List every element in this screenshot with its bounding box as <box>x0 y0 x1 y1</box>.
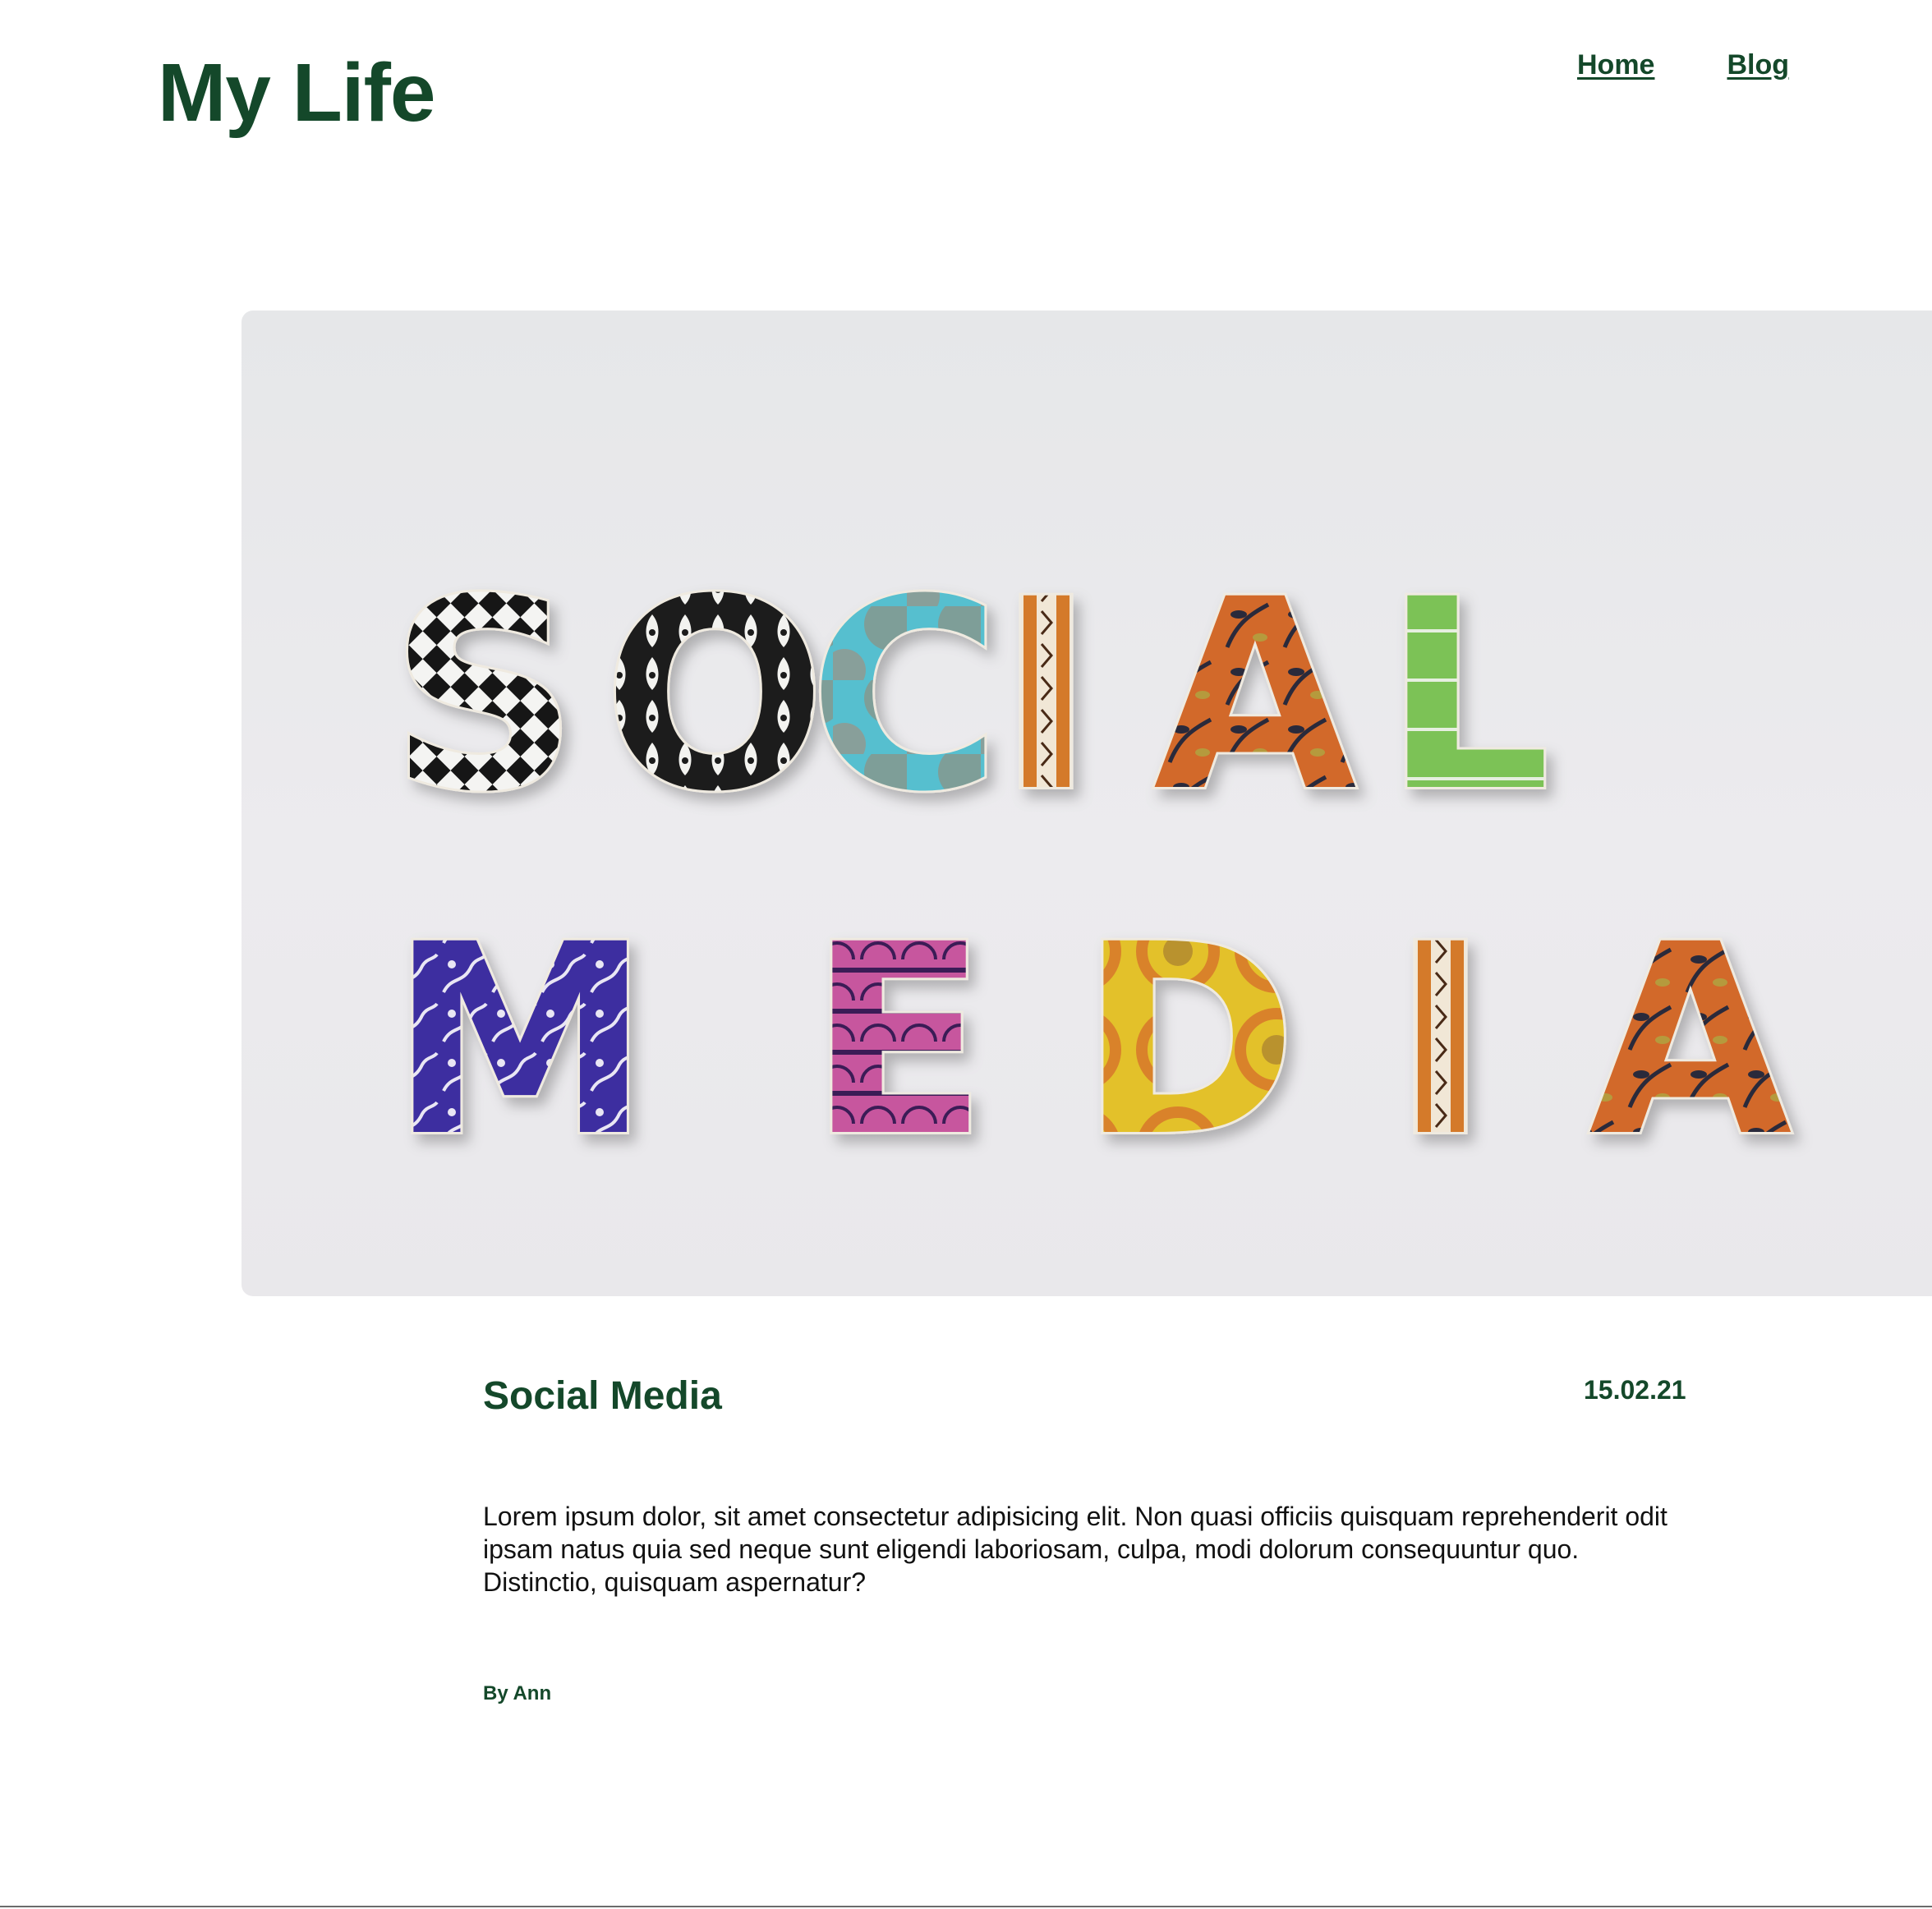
post-title: Social Media <box>483 1374 722 1418</box>
page-bottom-divider <box>0 1906 1932 1907</box>
post-date: 15.02.21 <box>1584 1375 1686 1405</box>
hero-image: S O C I A L M E D I A <box>242 310 1932 1296</box>
letter-i: I <box>997 544 1095 849</box>
letter-i-2: I <box>1392 889 1489 1194</box>
letter-o: O <box>603 544 826 849</box>
letter-c: C <box>808 544 1001 849</box>
letter-a: A <box>1153 544 1359 849</box>
nav-link-blog[interactable]: Blog <box>1727 49 1789 81</box>
page: My Life Home Blog S O C I A L M E D I A … <box>0 0 1932 1909</box>
post-body: Lorem ipsum dolor, sit amet consectetur … <box>483 1502 1668 1597</box>
letter-d: D <box>1079 889 1298 1194</box>
hero-illustration: S O C I A L M E D I A <box>387 541 1796 1197</box>
letter-a-2: A <box>1589 889 1794 1194</box>
letter-e: E <box>808 889 988 1194</box>
letter-l: L <box>1383 544 1551 849</box>
letter-s: S <box>389 544 578 849</box>
letter-m: M <box>389 889 651 1194</box>
site-title: My Life <box>158 47 435 139</box>
post-author: By Ann <box>483 1682 552 1704</box>
nav-link-home[interactable]: Home <box>1577 49 1654 81</box>
main-nav: Home Blog <box>1577 49 1789 81</box>
